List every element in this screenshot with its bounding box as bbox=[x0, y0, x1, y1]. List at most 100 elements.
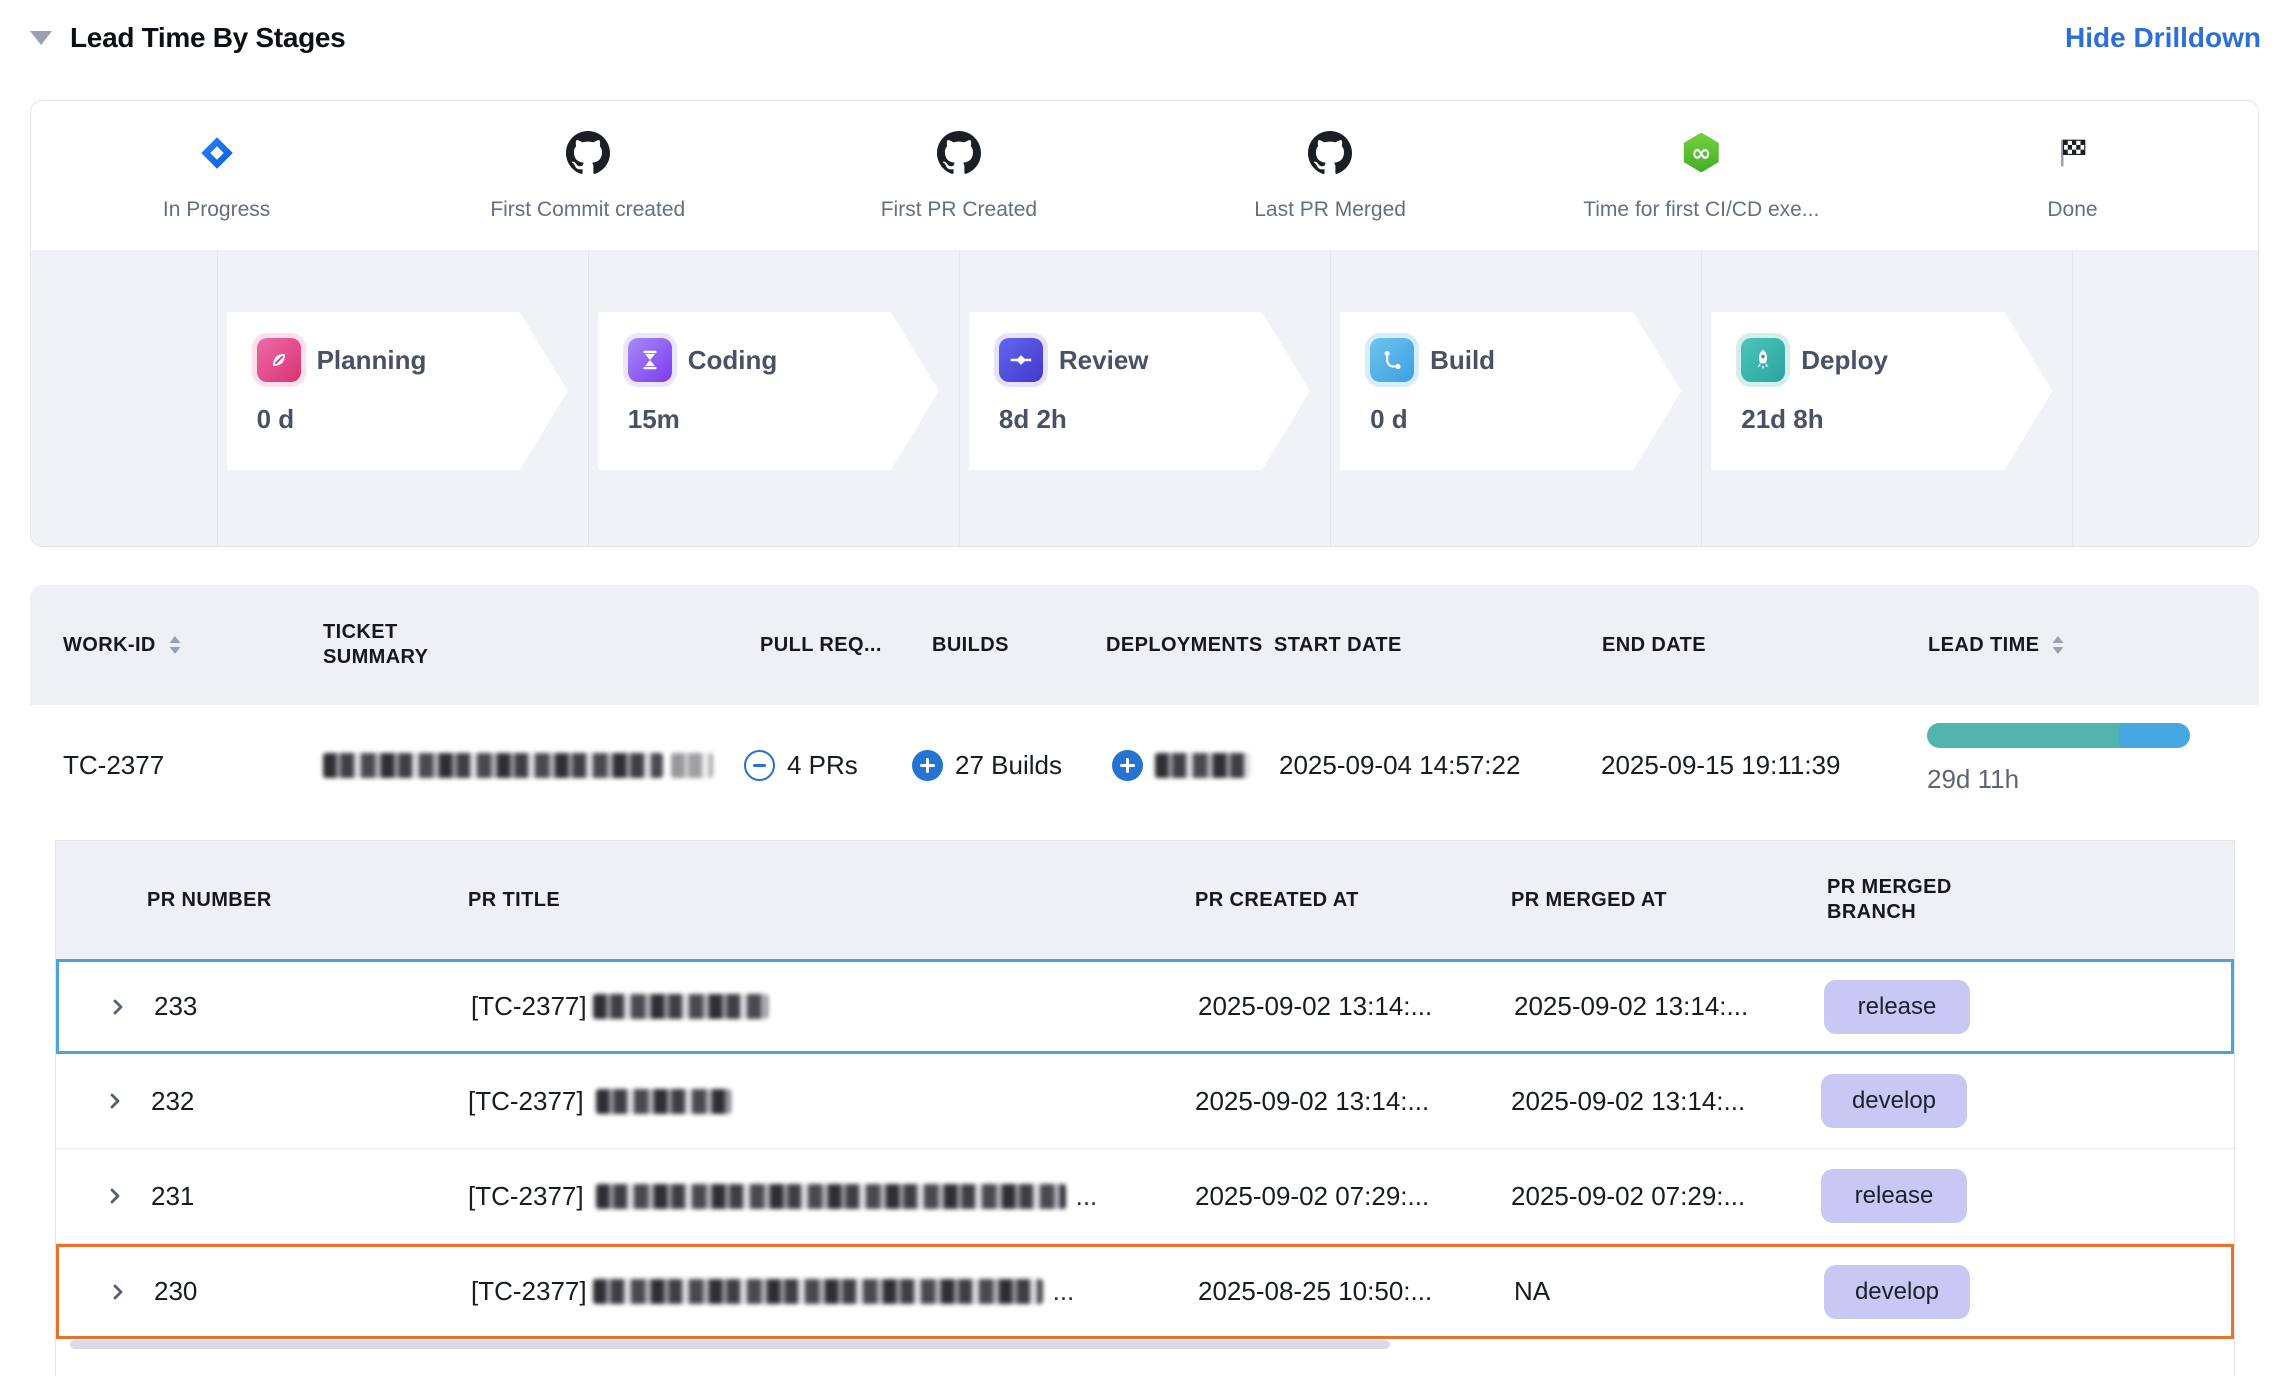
pipeline-card: In Progress First Commit created First P… bbox=[30, 100, 2259, 547]
branch-badge: release bbox=[1824, 980, 1970, 1034]
horizontal-scrollbar[interactable] bbox=[70, 1340, 1390, 1349]
pr-title: [TC-2377] ... bbox=[468, 1149, 1097, 1243]
col-label: PR TITLE bbox=[468, 889, 560, 912]
stage-divider bbox=[1330, 250, 1331, 546]
page-title: Lead Time By Stages bbox=[70, 22, 345, 54]
stage-name: Review bbox=[1059, 345, 1149, 376]
end-date-value: 2025-09-15 19:11:39 bbox=[1601, 705, 1841, 825]
github-icon bbox=[1308, 130, 1352, 176]
pr-row-231[interactable]: 231 [TC-2377] ... 2025-09-02 07:29:... 2… bbox=[56, 1149, 2234, 1244]
milestone-last-pr-merged: Last PR Merged bbox=[1145, 101, 1516, 250]
col-lead-time[interactable]: LEAD TIME bbox=[1928, 585, 2065, 705]
col-pull-requests: PULL REQ... bbox=[760, 585, 882, 705]
pr-merged-at: NA bbox=[1514, 1247, 1550, 1336]
col-deployments: DEPLOYMENTS bbox=[1106, 585, 1263, 705]
lead-bar-teal-segment bbox=[1927, 723, 2119, 748]
pr-number: 230 bbox=[154, 1247, 197, 1336]
milestones-row: In Progress First Commit created First P… bbox=[31, 101, 2258, 250]
pull-requests-count: 4 PRs bbox=[787, 750, 858, 781]
redacted-text bbox=[596, 1089, 731, 1114]
col-label: DEPLOYMENTS bbox=[1106, 634, 1263, 657]
pr-merged-at: 2025-09-02 13:14:... bbox=[1511, 1054, 1745, 1148]
pr-title-prefix: [TC-2377] bbox=[468, 1181, 584, 1212]
col-pr-title: PR TITLE bbox=[468, 841, 560, 959]
stage-divider bbox=[2072, 250, 2073, 546]
sort-icon[interactable] bbox=[168, 635, 182, 655]
pr-created-at: 2025-08-25 10:50:... bbox=[1198, 1247, 1432, 1336]
col-label: PR MERGED AT bbox=[1511, 889, 1667, 912]
milestone-label: First PR Created bbox=[881, 198, 1037, 222]
stage-coding: Coding 15m bbox=[598, 312, 939, 470]
chevron-right-icon[interactable] bbox=[103, 1184, 127, 1208]
minus-circle-icon[interactable] bbox=[744, 750, 775, 781]
row-expander[interactable] bbox=[103, 1149, 127, 1243]
pr-title-prefix: [TC-2377] bbox=[471, 1276, 587, 1307]
pr-title-prefix: [TC-2377] bbox=[471, 991, 587, 1022]
pr-table-header: PR NUMBER PR TITLE PR CREATED AT PR MERG… bbox=[56, 841, 2234, 959]
row-expander[interactable] bbox=[103, 1054, 127, 1148]
redacted-text bbox=[596, 1184, 1066, 1209]
work-table-header: WORK-ID TICKET SUMMARY PULL REQ... BUILD… bbox=[30, 585, 2259, 705]
chevron-right-icon[interactable] bbox=[106, 995, 130, 1019]
lead-time-bar bbox=[1927, 723, 2190, 748]
redacted-text bbox=[593, 1279, 1043, 1304]
col-label: PR NUMBER bbox=[147, 889, 272, 912]
hourglass-icon bbox=[628, 338, 672, 382]
pr-row-232[interactable]: 232 [TC-2377] 2025-09-02 13:14:... 2025-… bbox=[56, 1054, 2234, 1149]
col-builds: BUILDS bbox=[932, 585, 1009, 705]
pr-merged-branch-cell: develop bbox=[1821, 1054, 1967, 1148]
hide-drilldown-link[interactable]: Hide Drilldown bbox=[2065, 22, 2261, 54]
row-expander[interactable] bbox=[106, 1247, 130, 1336]
pull-requests-toggle[interactable]: 4 PRs bbox=[744, 705, 858, 825]
chevron-right-icon[interactable] bbox=[106, 1280, 130, 1304]
collapse-caret-icon[interactable] bbox=[30, 31, 52, 45]
ticket-summary-redacted bbox=[323, 705, 713, 825]
lead-time-drilldown-screen: Lead Time By Stages Hide Drilldown In Pr… bbox=[0, 0, 2291, 1376]
redacted-text bbox=[593, 994, 768, 1019]
pr-merged-branch-cell: release bbox=[1824, 962, 1970, 1051]
stage-review: Review 8d 2h bbox=[969, 312, 1310, 470]
col-pr-number: PR NUMBER bbox=[147, 841, 272, 959]
finish-flag-icon bbox=[2055, 130, 2089, 176]
milestone-in-progress: In Progress bbox=[31, 101, 402, 250]
col-label: TICKET SUMMARY bbox=[323, 620, 493, 670]
pr-merged-at: 2025-09-02 13:14:... bbox=[1514, 962, 1748, 1051]
col-work-id[interactable]: WORK-ID bbox=[63, 585, 182, 705]
stage-duration: 21d 8h bbox=[1741, 404, 2052, 435]
milestone-first-commit: First Commit created bbox=[402, 101, 773, 250]
milestone-first-pr: First PR Created bbox=[773, 101, 1144, 250]
pr-row-233[interactable]: 233 [TC-2377] 2025-09-02 13:14:... 2025-… bbox=[56, 959, 2234, 1054]
plus-circle-icon[interactable] bbox=[912, 750, 943, 781]
col-label: PULL REQ... bbox=[760, 634, 882, 657]
col-label: END DATE bbox=[1602, 634, 1706, 657]
stage-duration: 15m bbox=[628, 404, 939, 435]
pr-number: 231 bbox=[151, 1149, 194, 1243]
pr-title: [TC-2377] bbox=[471, 962, 778, 1051]
row-expander[interactable] bbox=[106, 962, 130, 1051]
rocket-icon bbox=[1741, 338, 1785, 382]
col-end-date: END DATE bbox=[1602, 585, 1706, 705]
col-label: BUILDS bbox=[932, 634, 1009, 657]
stage-deploy: Deploy 21d 8h bbox=[1711, 312, 2052, 470]
stage-divider bbox=[588, 250, 589, 546]
pr-row-230[interactable]: 230 [TC-2377] ... 2025-08-25 10:50:... N… bbox=[56, 1244, 2234, 1339]
work-id-value: TC-2377 bbox=[63, 705, 164, 825]
stage-planning: Planning 0 d bbox=[227, 312, 568, 470]
deployments-toggle[interactable] bbox=[1112, 705, 1250, 825]
github-icon bbox=[937, 130, 981, 176]
col-label: PR MERGED BRANCH bbox=[1827, 875, 1967, 925]
stage-duration: 8d 2h bbox=[999, 404, 1310, 435]
plus-circle-icon[interactable] bbox=[1112, 750, 1143, 781]
builds-toggle[interactable]: 27 Builds bbox=[912, 705, 1062, 825]
milestone-label: Time for first CI/CD exe... bbox=[1583, 198, 1819, 222]
stage-build: Build 0 d bbox=[1340, 312, 1681, 470]
milestone-label: In Progress bbox=[163, 198, 270, 222]
pr-title-suffix: ... bbox=[1076, 1181, 1098, 1212]
pr-number: 233 bbox=[154, 962, 197, 1051]
sort-icon[interactable] bbox=[2051, 635, 2065, 655]
redacted-text bbox=[1155, 753, 1250, 778]
lead-time-value: 29d 11h bbox=[1927, 764, 2190, 795]
work-table: WORK-ID TICKET SUMMARY PULL REQ... BUILD… bbox=[30, 585, 2259, 1376]
chevron-right-icon[interactable] bbox=[103, 1089, 127, 1113]
github-icon bbox=[566, 130, 610, 176]
